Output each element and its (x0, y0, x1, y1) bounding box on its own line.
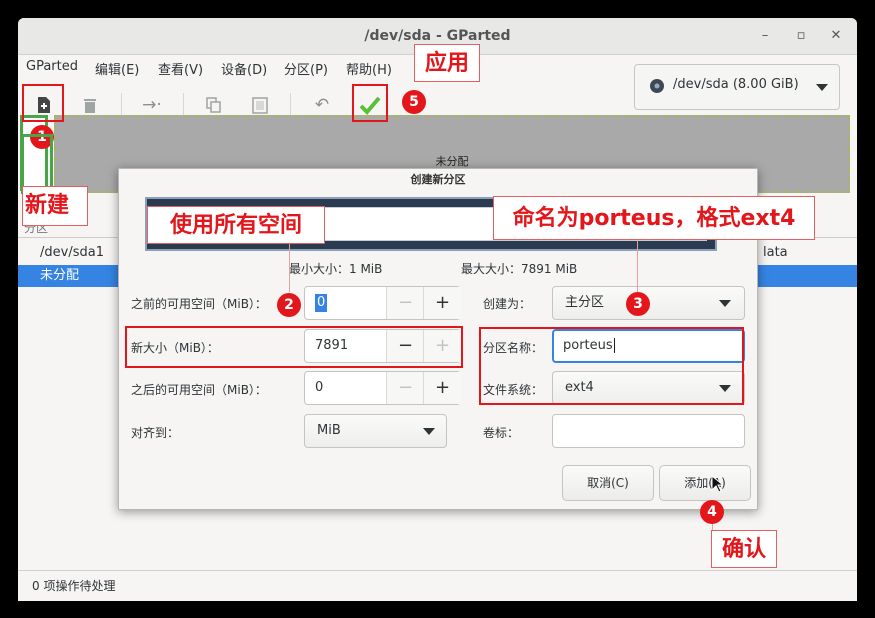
align-combo[interactable]: MiB (304, 414, 447, 448)
close-button[interactable]: ✕ (826, 26, 846, 46)
increment-button[interactable]: + (423, 287, 461, 319)
increment-button[interactable]: + (423, 372, 461, 404)
paste-icon (252, 97, 268, 114)
device-label: /dev/sda (8.00 GiB) (673, 77, 799, 92)
free-after-label: 之后的可用空间（MiB）： (131, 383, 267, 397)
annotation-apply: 应用 (414, 44, 480, 82)
annotation-box-apply (352, 84, 388, 122)
cancel-button[interactable]: 取消(C) (562, 465, 654, 501)
disk-icon (650, 79, 664, 93)
device-selector[interactable]: /dev/sda (8.00 GiB) (634, 64, 840, 110)
partition-name: 未分配 (40, 268, 80, 283)
volume-label-field[interactable] (552, 414, 745, 448)
leader-line (289, 244, 290, 292)
step-4-badge: 4 (700, 500, 724, 524)
status-text: 0 项操作待处理 (32, 579, 116, 593)
menu-device[interactable]: 设备(D) (221, 59, 267, 78)
create-as-label: 创建为： (483, 297, 532, 311)
volume-label-label: 卷标： (483, 426, 520, 440)
free-before-label: 之前的可用空间（MiB）： (131, 297, 267, 311)
annotation-box-new-size (125, 326, 463, 368)
annotation-new: 新建 (22, 186, 88, 226)
align-value: MiB (317, 423, 341, 438)
dropdown-arrow-icon (816, 84, 828, 91)
dropdown-arrow-icon (423, 428, 435, 435)
free-after-value[interactable]: 0 (315, 372, 323, 404)
mouse-cursor-icon (711, 475, 723, 493)
step-2-badge: 2 (277, 293, 301, 317)
status-bar: 0 项操作待处理 (18, 570, 857, 601)
leader-line (637, 240, 638, 292)
decrement-button[interactable]: − (386, 372, 424, 404)
undo-icon: ↶ (314, 95, 330, 115)
step-5-badge: 5 (402, 90, 426, 114)
create-as-value: 主分区 (565, 295, 605, 310)
decrement-button[interactable]: − (386, 287, 424, 319)
free-before-value[interactable]: 0 (315, 294, 328, 312)
menu-gparted[interactable]: GParted (26, 59, 78, 74)
trash-icon (84, 99, 96, 113)
arrow-right-icon: →· (142, 95, 162, 115)
partition-extra: lata (763, 245, 788, 260)
dialog-title: 创建新分区 (410, 173, 466, 186)
align-label: 对齐到： (131, 426, 180, 440)
free-before-spinner[interactable]: 0 − + (304, 286, 461, 320)
menu-edit[interactable]: 编辑(E) (95, 59, 139, 78)
annotation-confirm: 确认 (711, 530, 777, 568)
add-button[interactable]: 添加(A) (659, 465, 751, 501)
minimize-button[interactable]: – (755, 26, 775, 46)
min-size-label: 最小大小：1 MiB (289, 262, 383, 276)
selected-partition-highlight (21, 134, 53, 194)
max-size-label: 最大大小：7891 MiB (461, 262, 578, 276)
menu-help[interactable]: 帮助(H) (346, 59, 392, 78)
annotation-box-name-fs (479, 327, 744, 405)
annotation-use-all-space: 使用所有空间 (147, 206, 325, 244)
menu-partition[interactable]: 分区(P) (284, 59, 328, 78)
menu-view[interactable]: 查看(V) (158, 59, 203, 78)
copy-icon (206, 97, 221, 113)
annotation-name-fs: 命名为porteus，格式ext4 (493, 196, 815, 240)
annotation-box-new (22, 84, 64, 122)
partition-name: /dev/sda1 (40, 245, 104, 260)
unallocated-label: 未分配 (435, 155, 469, 168)
step-3-badge: 3 (626, 292, 650, 316)
maximize-button[interactable]: ▫ (791, 26, 811, 46)
free-after-spinner[interactable]: 0 − + (304, 371, 461, 405)
dropdown-arrow-icon (719, 300, 731, 307)
